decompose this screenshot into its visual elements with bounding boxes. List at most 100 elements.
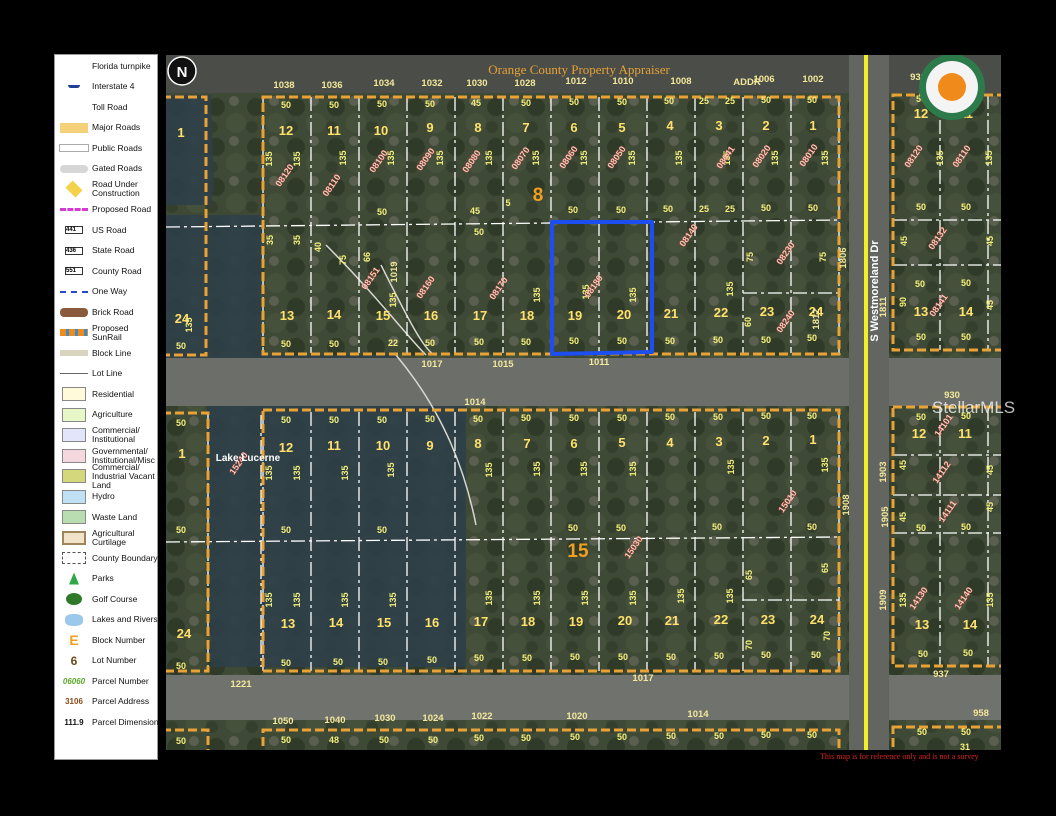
agriculture-swatch — [59, 407, 89, 423]
parcel-dimension: 45 — [985, 465, 995, 475]
legend-label: Agricultural Curtilage — [92, 527, 135, 547]
parcel-dimension: 22 — [388, 338, 398, 348]
legend-label: Commercial/ Industrial Vacant Land — [92, 461, 155, 490]
parcel-address: 1909 — [878, 589, 889, 610]
parcel-dimension: 135 — [386, 462, 396, 477]
legend-label: Waste Land — [92, 511, 138, 522]
parcel-dimension: 50 — [425, 414, 435, 424]
parcel-address: 1038 — [273, 80, 294, 91]
parcel-dimension: 48 — [329, 735, 339, 745]
lot-number: 10 — [374, 123, 388, 138]
legend-label: Parcel Number — [92, 675, 149, 686]
governmental-swatch — [59, 448, 89, 464]
parcel-dimension: 50 — [176, 418, 186, 428]
legend-label: Commercial/ Institutional — [92, 425, 140, 444]
parcel-dimension: 135 — [264, 465, 274, 480]
county-road-shield-icon: 551 — [59, 263, 89, 279]
parcel-dimension: 50 — [761, 650, 771, 660]
toll-road-icon — [59, 99, 89, 115]
us-road-shield-glyph: 441 — [65, 226, 83, 234]
waste-land-swatch — [59, 509, 89, 525]
lot-number: 19 — [569, 614, 583, 629]
lot-number: 9 — [426, 120, 433, 135]
parcel-dimension: 45 — [470, 206, 480, 216]
parcel-dimension: 50 — [474, 733, 484, 743]
parcel-address: 1011 — [589, 357, 610, 368]
parcel-dimension: 60 — [743, 317, 753, 327]
lot-number: 23 — [761, 612, 775, 627]
parcel-dimension: 45 — [471, 98, 481, 108]
parcel-dimension: 70 — [744, 640, 754, 650]
map-legend: Florida turnpike Interstate 4 Toll Road Maj… — [54, 54, 159, 760]
gated-road-glyph — [60, 164, 88, 173]
parcel-dimension: 50 — [918, 649, 928, 659]
parcel-dimension: 50 — [281, 339, 291, 349]
turnpike-icon — [59, 58, 89, 74]
parcel-dimension: 50 — [521, 337, 531, 347]
parcel-map[interactable]: 5050505045505050502525505050501351351351… — [166, 55, 1001, 750]
parcel-dimension: 135 — [388, 592, 398, 607]
parcel-dimension: 50 — [807, 333, 817, 343]
parcel-dimension: 135 — [340, 592, 350, 607]
parcel-dimension: 135 — [628, 590, 638, 605]
parcel-address-glyph: 3106 — [65, 697, 83, 706]
legend-item: Proposed Road — [59, 200, 159, 220]
map-canvas[interactable]: 5050505045505050502525505050501351351351… — [166, 55, 1001, 750]
parcel-dimension: 31 — [960, 742, 970, 750]
parcel-address: 1806 — [838, 247, 849, 268]
parcel-address: 1032 — [421, 78, 442, 89]
legend-item: Parks — [59, 569, 159, 589]
one-way-arrow-icon — [59, 284, 89, 300]
county-boundary-glyph — [62, 552, 86, 564]
parcel-address: 1019 — [389, 261, 400, 282]
lot-number: 14 — [329, 615, 344, 630]
parcel-dimension: 50 — [616, 523, 626, 533]
parcel-dimension: 135 — [935, 150, 945, 165]
parcel-dimension: 135 — [984, 150, 994, 165]
parcel-dimension: 50 — [761, 335, 771, 345]
parcel-dimension: 50 — [666, 652, 676, 662]
parcel-dimension: 50 — [425, 338, 435, 348]
parcel-dimension: 50 — [665, 336, 675, 346]
parcel-address: 1022 — [471, 711, 492, 722]
legend-label: Major Roads — [92, 122, 141, 132]
lot-number: 3 — [715, 118, 722, 133]
parcel-dimension: 135 — [676, 588, 686, 603]
lot-number: 13 — [914, 304, 928, 319]
lot-number: 1 — [809, 118, 816, 133]
parcel-dimension: 135 — [338, 150, 348, 165]
parcel-dimension: 135 — [628, 461, 638, 476]
lot-number: 8 — [474, 120, 481, 135]
parcel-address: 1012 — [565, 76, 586, 87]
lot-number: 1 — [178, 446, 185, 461]
one-way-arrow-glyph — [60, 290, 88, 293]
lot-number: 18 — [520, 308, 534, 323]
lot-number: 13 — [915, 617, 929, 632]
parcel-dimension: 135 — [292, 465, 302, 480]
parcel-dimension: 50 — [961, 202, 971, 212]
legend-label: Public Roads — [92, 142, 143, 153]
parcel-dimension: 50 — [916, 523, 926, 533]
legend-item: Toll Road — [59, 97, 159, 117]
parcel-dimension: 50 — [714, 731, 724, 741]
legend-item: Lot Line — [59, 364, 159, 384]
residential-glyph — [62, 387, 86, 401]
lot-number: 14 — [963, 617, 978, 632]
parcel-dimension: 50 — [378, 657, 388, 667]
parcel-dimension: 50 — [663, 204, 673, 214]
legend-item: Agricultural Curtilage — [59, 528, 159, 548]
parcel-address: 1015 — [492, 359, 514, 370]
legend-item: Gated Roads — [59, 159, 159, 179]
lot-number: 23 — [760, 304, 774, 319]
major-road-swatch — [59, 120, 89, 136]
lot-number: 5 — [618, 120, 625, 135]
golf-course-icon — [59, 591, 89, 607]
construction-icon — [59, 180, 89, 198]
parcel-dimension: 135 — [628, 287, 638, 302]
lot-number: 2 — [762, 433, 769, 448]
lot-number: 12 — [279, 123, 293, 138]
lot-number: 16 — [425, 615, 439, 630]
parcel-dimension: 35 — [292, 235, 302, 245]
parcel-dimension: 50 — [963, 648, 973, 658]
parcel-dimension: 50 — [570, 652, 580, 662]
